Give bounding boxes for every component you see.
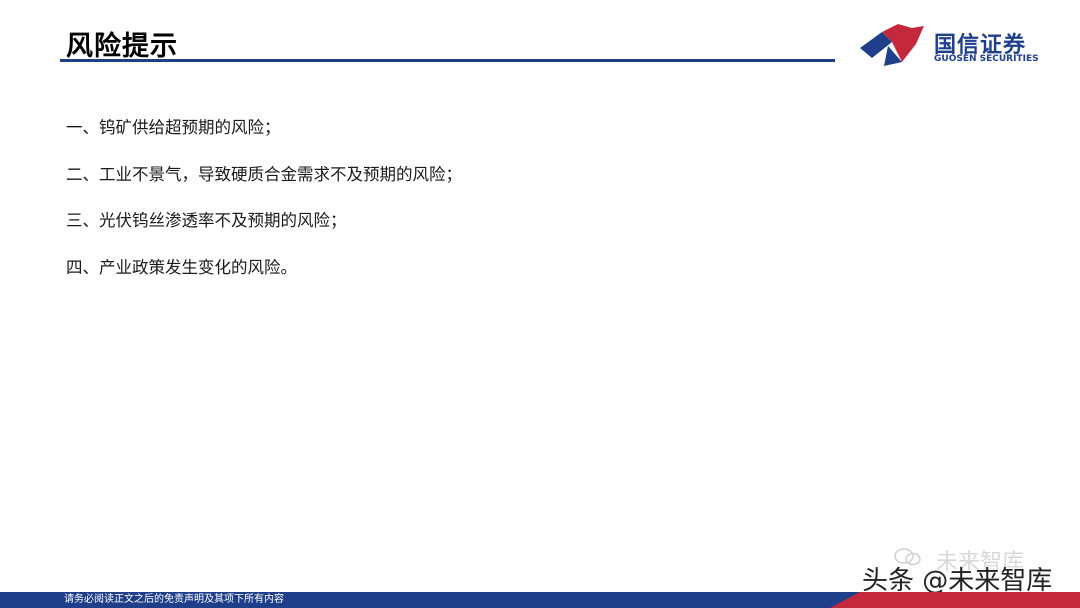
footer-accent: [830, 592, 1080, 608]
page-title: 风险提示: [66, 31, 178, 62]
footer-disclaimer: 请务必阅读正文之后的免责声明及其项下所有内容: [64, 594, 284, 605]
logo-mark-icon: [860, 24, 924, 66]
logo-text-en: GUOSEN SECURITIES: [934, 54, 1039, 64]
risk-item-1: 一、钨矿供给超预期的风险；: [66, 118, 281, 137]
risk-item-4: 四、产业政策发生变化的风险。: [66, 257, 297, 277]
risk-list: 一、钨矿供给超预期的风险； 二、工业不景气，导致硬质合金需求不及预期的风险； 三…: [66, 116, 462, 302]
risk-item-3: 三、光伏钨丝渗透率不及预期的风险；: [66, 211, 347, 230]
company-logo: 国信证券 GUOSEN SECURITIES: [858, 22, 1039, 68]
title-divider: [60, 59, 835, 62]
risk-item-2: 二、工业不景气，导致硬质合金需求不及预期的风险；: [66, 164, 462, 184]
